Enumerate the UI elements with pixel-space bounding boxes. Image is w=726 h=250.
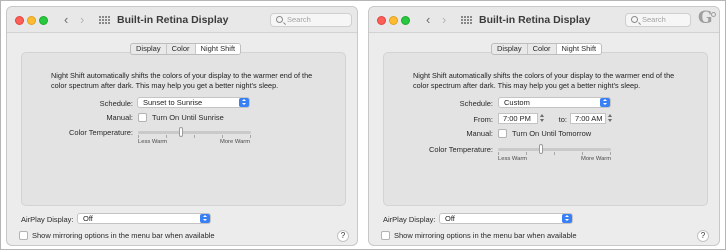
mirroring-checkbox[interactable] (19, 231, 28, 240)
to-time-value: 7:00 AM (575, 114, 603, 123)
slider-tick (138, 135, 139, 138)
airplay-display-popup[interactable]: Off (439, 213, 573, 224)
schedule-popup[interactable]: Sunset to Sunrise (137, 97, 250, 108)
slider-knob[interactable] (179, 127, 183, 137)
logo-dot (711, 12, 716, 17)
from-time-field[interactable]: 7:00 PM (498, 113, 538, 124)
from-label: From: (473, 115, 493, 124)
search-placeholder: Search (287, 15, 311, 24)
schedule-popup[interactable]: Custom (498, 97, 611, 108)
slider-tick (582, 152, 583, 155)
tab-night-shift[interactable]: Night Shift (556, 44, 602, 54)
help-icon[interactable]: ? (337, 230, 349, 242)
left-window: ‹ › Built-in Retina Display Search Displ… (6, 6, 358, 246)
less-warm-label: Less Warm (498, 156, 528, 162)
mirroring-checkbox-label: Show mirroring options in the menu bar w… (32, 231, 215, 240)
slider-tick (194, 135, 195, 138)
to-label: to: (558, 115, 567, 124)
color-temperature-label: Color Temperature: (68, 128, 133, 137)
more-warm-label: More Warm (220, 139, 251, 145)
schedule-value: Sunset to Sunrise (143, 98, 203, 107)
screenshot-frame: ‹ › Built-in Retina Display Search Displ… (0, 0, 726, 250)
manual-label: Manual: (106, 113, 133, 122)
night-shift-description: Night Shift automatically shifts the col… (413, 71, 675, 90)
airplay-display-value: Off (445, 214, 455, 223)
airplay-display-label: AirPlay Display: (383, 215, 436, 224)
slider-tick (610, 152, 611, 155)
manual-checkbox[interactable] (138, 113, 147, 122)
tab-display[interactable]: Display (131, 44, 167, 54)
grid-icon[interactable] (461, 16, 472, 24)
to-time-field[interactable]: 7:00 AM (570, 113, 606, 124)
manual-checkbox-label: Turn On Until Tomorrow (512, 129, 592, 138)
schedule-label: Schedule: (459, 99, 493, 108)
search-placeholder: Search (642, 15, 666, 24)
search-icon (631, 16, 638, 23)
close-icon[interactable] (15, 16, 24, 25)
color-temperature-slider[interactable] (138, 131, 251, 134)
airplay-display-label: AirPlay Display: (21, 215, 74, 224)
chevron-left-icon[interactable]: ‹ (64, 13, 68, 27)
more-warm-label: More Warm (581, 156, 612, 162)
mirroring-checkbox[interactable] (381, 231, 390, 240)
right-window: ‹ › Built-in Retina Display Search G Dis… (368, 6, 720, 246)
manual-label: Manual: (466, 129, 493, 138)
tab-color[interactable]: Color (528, 44, 557, 54)
less-warm-label: Less Warm (138, 139, 168, 145)
slider-tick (554, 152, 555, 155)
zoom-icon[interactable] (39, 16, 48, 25)
search-icon (276, 16, 283, 23)
manual-checkbox[interactable] (498, 129, 507, 138)
slider-tick (498, 152, 499, 155)
schedule-value: Custom (504, 98, 530, 107)
window-title: Built-in Retina Display (479, 14, 591, 26)
zoom-icon[interactable] (401, 16, 410, 25)
schedule-label: Schedule: (99, 99, 133, 108)
slider-knob[interactable] (539, 144, 543, 154)
help-icon[interactable]: ? (697, 230, 709, 242)
slider-tick (222, 135, 223, 138)
tab-color[interactable]: Color (167, 44, 196, 54)
slider-tick (526, 152, 527, 155)
stepper-down-icon (608, 119, 612, 122)
from-time-stepper[interactable] (540, 113, 546, 124)
minimize-icon[interactable] (27, 16, 36, 25)
stepper-up-icon (540, 114, 544, 117)
chevron-updown-icon (239, 98, 249, 107)
logo-letter: G (698, 8, 713, 28)
to-time-stepper[interactable] (608, 113, 614, 124)
site-logo: G (695, 8, 719, 29)
chevron-updown-icon (600, 98, 610, 107)
title-bar: ‹ › Built-in Retina Display Search (7, 7, 357, 33)
stepper-up-icon (608, 114, 612, 117)
tab-bar: Display Color Night Shift (130, 43, 242, 55)
tab-night-shift[interactable]: Night Shift (195, 44, 241, 54)
color-temperature-label: Color Temperature: (428, 145, 493, 154)
chevron-updown-icon (200, 214, 210, 223)
from-time-value: 7:00 PM (503, 114, 531, 123)
search-field[interactable]: Search (270, 13, 352, 27)
close-icon[interactable] (377, 16, 386, 25)
window-title: Built-in Retina Display (117, 14, 229, 26)
chevron-right-icon[interactable]: › (442, 13, 446, 27)
night-shift-description: Night Shift automatically shifts the col… (51, 71, 313, 90)
grid-icon[interactable] (99, 16, 110, 24)
airplay-display-popup[interactable]: Off (77, 213, 211, 224)
tab-display[interactable]: Display (492, 44, 528, 54)
color-temperature-slider[interactable] (498, 148, 611, 151)
chevron-updown-icon (562, 214, 572, 223)
chevron-right-icon[interactable]: › (80, 13, 84, 27)
tab-bar: Display Color Night Shift (491, 43, 603, 55)
slider-tick (166, 135, 167, 138)
mirroring-checkbox-label: Show mirroring options in the menu bar w… (394, 231, 577, 240)
title-bar: ‹ › Built-in Retina Display Search G (369, 7, 719, 33)
minimize-icon[interactable] (389, 16, 398, 25)
stepper-down-icon (540, 119, 544, 122)
airplay-display-value: Off (83, 214, 93, 223)
chevron-left-icon[interactable]: ‹ (426, 13, 430, 27)
search-field[interactable]: Search (625, 13, 691, 27)
slider-tick (250, 135, 251, 138)
manual-checkbox-label: Turn On Until Sunrise (152, 113, 224, 122)
